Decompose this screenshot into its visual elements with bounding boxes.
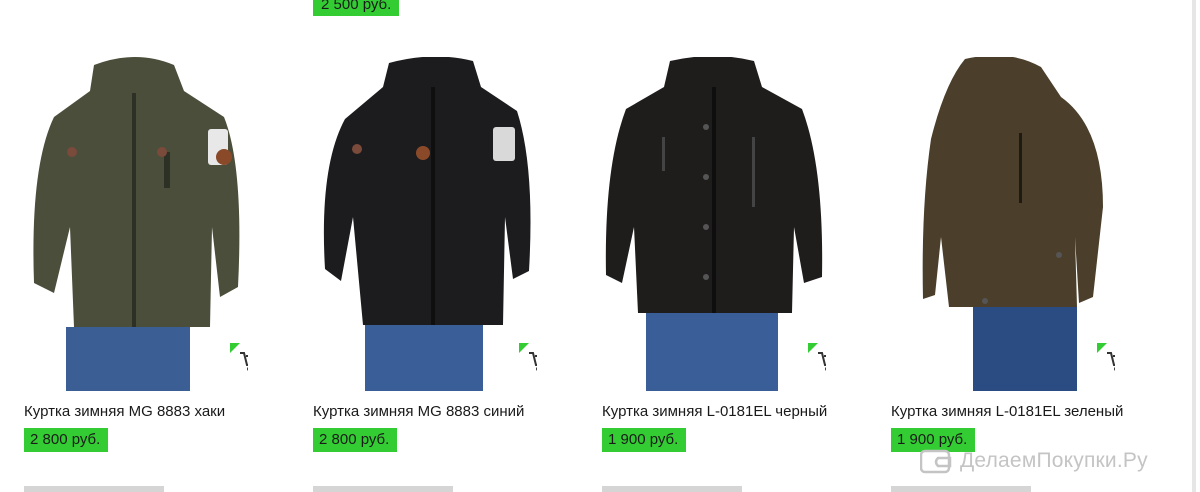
cart-icon[interactable] [1106, 351, 1115, 373]
cart-icon[interactable] [528, 351, 537, 373]
product-photo[interactable] [602, 57, 826, 391]
product-title[interactable]: Куртка зимняя L-0181EL черный [602, 402, 832, 422]
product-price: 2 800 руб. [313, 428, 398, 452]
next-row-photo[interactable] [313, 486, 453, 492]
jacket-image [323, 57, 531, 391]
product-card[interactable]: Куртка зимняя MG 8883 синий 2 800 руб. [313, 57, 543, 452]
product-card[interactable]: Куртка зимняя MG 8883 хаки 2 800 руб. [24, 57, 254, 452]
product-title[interactable]: Куртка зимняя MG 8883 синий [313, 402, 543, 422]
product-card[interactable]: Куртка зимняя L-0181EL зеленый 1 900 руб… [891, 57, 1123, 452]
jacket-image [33, 57, 240, 391]
product-title[interactable]: Куртка зимняя MG 8883 хаки [24, 402, 254, 422]
next-row-photo[interactable] [891, 486, 1031, 492]
product-price: 2 800 руб. [24, 428, 109, 452]
wallet-icon [920, 449, 952, 474]
product-price: 1 900 руб. [602, 428, 687, 452]
product-card[interactable]: Куртка зимняя L-0181EL черный 1 900 руб. [602, 57, 832, 452]
jacket-image [605, 57, 823, 391]
product-photo[interactable] [24, 57, 248, 391]
next-row-photo[interactable] [602, 486, 742, 492]
jacket-image [922, 57, 1103, 391]
product-title[interactable]: Куртка зимняя L-0181EL зеленый [891, 402, 1123, 422]
next-row-photo[interactable] [24, 486, 164, 492]
watermark: ДелаемПокупки.Ру [920, 448, 1148, 474]
previous-row-price: 2 500 руб. [313, 0, 400, 16]
watermark-text: ДелаемПокупки.Ру [960, 449, 1148, 472]
cart-icon[interactable] [239, 351, 248, 373]
product-photo[interactable] [313, 57, 537, 391]
product-photo[interactable] [891, 57, 1115, 391]
cart-icon[interactable] [817, 351, 826, 373]
scrollbar[interactable] [1192, 0, 1196, 492]
